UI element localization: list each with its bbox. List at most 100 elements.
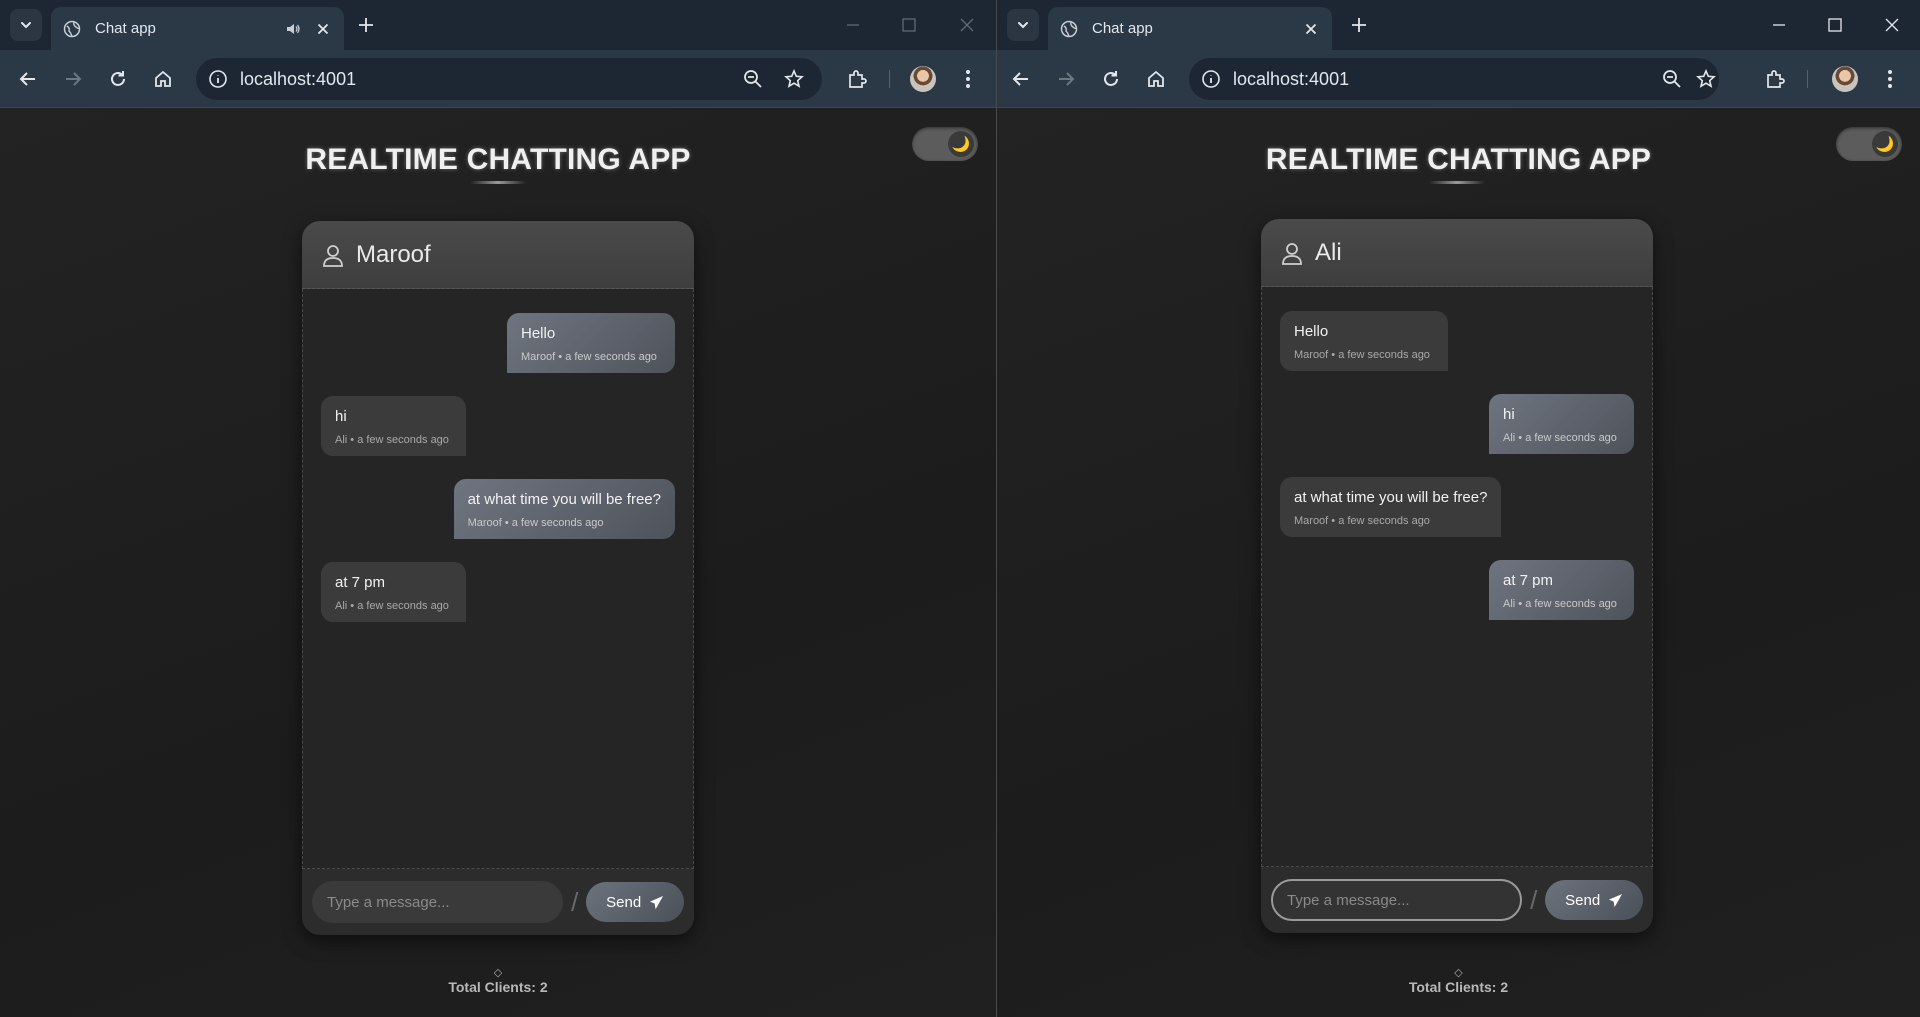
app-title: REALTIME CHATTING APP: [1265, 143, 1652, 176]
page-content: REALTIME CHATTING APP 🌙 Maroof Hello Mar…: [0, 108, 996, 1017]
url-text: localhost:4001: [240, 68, 357, 89]
minimize-icon[interactable]: [842, 14, 864, 36]
chat-header: Maroof: [302, 221, 694, 289]
message-list: Hello Maroof • a few seconds ago hi Ali …: [302, 289, 694, 869]
speaker-icon[interactable]: [284, 20, 302, 38]
profile-avatar[interactable]: [910, 66, 936, 92]
browser-window-right: Chat app localhost:4001 REALTIME CHATTIN…: [996, 0, 1920, 1017]
site-info-icon[interactable]: [1201, 69, 1221, 89]
reload-icon[interactable]: [106, 67, 130, 91]
page-content: REALTIME CHATTING APP 🌙 Ali Hello Maroof…: [997, 108, 1920, 1017]
message-composer: / Send: [1261, 867, 1653, 933]
close-window-icon[interactable]: [1881, 14, 1903, 36]
globe-icon: [1060, 20, 1078, 37]
minimize-icon[interactable]: [1768, 14, 1790, 36]
send-button[interactable]: Send: [586, 882, 684, 922]
toolbar-separator: [1807, 70, 1808, 88]
chat-card: Ali Hello Maroof • a few seconds ago hi …: [1261, 219, 1653, 933]
message-text: hi: [1503, 406, 1515, 423]
close-tab-icon[interactable]: [314, 20, 332, 38]
message-bubble: at 7 pm Ali • a few seconds ago: [1489, 560, 1634, 620]
client-count: ◇ Total Clients: 2: [997, 966, 1920, 997]
chat-card: Maroof Hello Maroof • a few seconds ago …: [302, 221, 694, 935]
forward-icon[interactable]: [1054, 67, 1078, 91]
message-meta: Ali • a few seconds ago: [1503, 432, 1617, 444]
site-info-icon[interactable]: [208, 69, 228, 89]
user-icon: [323, 244, 343, 267]
screen: Chat app localhost:4001 REALTIME CHATTIN…: [0, 0, 1920, 1017]
home-icon[interactable]: [151, 67, 175, 91]
toolbar-separator: [889, 70, 890, 88]
chat-header: Ali: [1261, 219, 1653, 287]
url-text: localhost:4001: [1233, 68, 1350, 89]
message-text: Hello: [1294, 323, 1329, 340]
reload-icon[interactable]: [1099, 67, 1123, 91]
tab-search-button[interactable]: [10, 9, 42, 41]
address-bar[interactable]: localhost:4001: [1189, 58, 1719, 100]
kebab-menu-icon[interactable]: [1878, 67, 1902, 91]
bookmark-star-icon[interactable]: [783, 68, 805, 90]
theme-toggle[interactable]: 🌙: [1836, 127, 1902, 161]
send-button[interactable]: Send: [1545, 880, 1643, 920]
composer-divider: /: [571, 886, 579, 917]
close-window-icon[interactable]: [956, 14, 978, 36]
browser-toolbar: localhost:4001: [0, 50, 996, 108]
browser-window-left: Chat app localhost:4001 REALTIME CHATTIN…: [0, 0, 996, 1017]
new-tab-icon[interactable]: [354, 13, 378, 37]
message-meta: Maroof • a few seconds ago: [1294, 515, 1430, 527]
client-count: ◇ Total Clients: 2: [0, 966, 996, 997]
message-composer: / Send: [302, 869, 694, 935]
chat-user-name: Maroof: [356, 240, 431, 268]
new-tab-icon[interactable]: [1347, 13, 1371, 37]
send-label: Send: [1565, 891, 1601, 909]
total-clients-text: Total Clients: 2: [1408, 979, 1509, 995]
bookmark-star-icon[interactable]: [1695, 68, 1717, 90]
back-icon[interactable]: [16, 67, 40, 91]
message-bubble: at 7 pm Ali • a few seconds ago: [321, 562, 466, 622]
home-icon[interactable]: [1144, 67, 1168, 91]
message-bubble: at what time you will be free? Maroof • …: [453, 479, 675, 539]
message-text: hi: [335, 408, 347, 425]
message-meta: Ali • a few seconds ago: [1503, 598, 1617, 610]
diamond-icon: ◇: [1454, 967, 1463, 979]
zoom-out-icon[interactable]: [1661, 68, 1683, 90]
message-bubble: hi Ali • a few seconds ago: [1489, 394, 1634, 454]
profile-avatar[interactable]: [1832, 66, 1858, 92]
maximize-icon[interactable]: [1824, 14, 1846, 36]
tab-chat-app[interactable]: Chat app: [1048, 7, 1332, 50]
maximize-icon[interactable]: [898, 14, 920, 36]
message-meta: Maroof • a few seconds ago: [467, 517, 604, 529]
diamond-icon: ◇: [493, 967, 503, 979]
extensions-icon[interactable]: [845, 67, 869, 91]
kebab-menu-icon[interactable]: [956, 67, 980, 91]
message-meta: Ali • a few seconds ago: [335, 434, 449, 446]
message-input[interactable]: [312, 881, 564, 923]
address-bar[interactable]: localhost:4001: [196, 58, 822, 100]
tab-chat-app[interactable]: Chat app: [51, 7, 344, 50]
tab-strip: Chat app: [997, 0, 1920, 50]
app-title: REALTIME CHATTING APP: [305, 143, 691, 176]
tab-strip: Chat app: [0, 0, 996, 50]
forward-icon[interactable]: [61, 67, 85, 91]
tab-search-button[interactable]: [1007, 9, 1039, 41]
extensions-icon[interactable]: [1763, 67, 1787, 91]
message-text: Hello: [521, 325, 556, 342]
message-text: at what time you will be free?: [467, 491, 661, 508]
message-text: at 7 pm: [335, 574, 386, 591]
composer-divider: /: [1530, 884, 1538, 915]
back-icon[interactable]: [1009, 67, 1033, 91]
chat-user-name: Ali: [1315, 238, 1342, 266]
tab-title: Chat app: [95, 20, 156, 37]
zoom-out-icon[interactable]: [742, 68, 764, 90]
close-tab-icon[interactable]: [1302, 20, 1320, 38]
browser-toolbar: localhost:4001: [997, 50, 1920, 108]
message-input[interactable]: [1271, 879, 1523, 921]
theme-toggle[interactable]: 🌙: [912, 127, 978, 161]
user-icon: [1282, 242, 1302, 265]
message-text: at what time you will be free?: [1294, 489, 1488, 506]
title-underline: [1429, 181, 1485, 184]
message-meta: Maroof • a few seconds ago: [1294, 349, 1430, 361]
message-list: Hello Maroof • a few seconds ago hi Ali …: [1261, 287, 1653, 867]
send-label: Send: [606, 893, 642, 911]
message-text: at 7 pm: [1503, 572, 1554, 589]
